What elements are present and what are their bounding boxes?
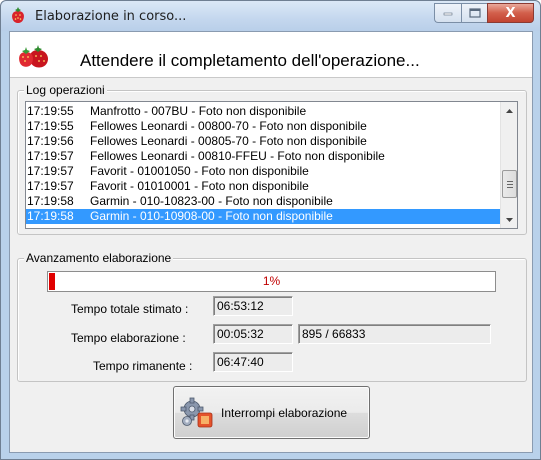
remaining-time-label: Tempo rimanente : <box>93 359 193 373</box>
total-time-label: Tempo totale stimato : <box>71 302 189 316</box>
header-band: Attendere il completamento dell'operazio… <box>10 32 532 78</box>
close-button[interactable]: X <box>487 3 534 23</box>
close-icon: X <box>505 5 516 21</box>
log-time: 17:19:57 <box>27 149 74 163</box>
log-row[interactable]: 17:19:58 Garmin - 010-10908-00 - Foto non… <box>26 209 500 224</box>
elapsed-time-label: Tempo elaborazione : <box>71 331 186 345</box>
scroll-up-button[interactable] <box>501 102 517 119</box>
stop-processing-button[interactable]: Interrompi elaborazione <box>173 386 370 439</box>
log-time: 17:19:58 <box>27 209 74 223</box>
processed-count-field: 895 / 66833 <box>298 324 491 344</box>
caption-buttons: X <box>434 3 534 23</box>
minimize-icon <box>443 12 453 16</box>
log-message: Garmin - 010-10823-00 - Foto non disponi… <box>90 194 333 208</box>
strawberry-icon <box>12 7 24 23</box>
log-row[interactable]: 17:19:56 Fellowes Leonardi - 00805-70 - F… <box>26 134 500 149</box>
title-bar[interactable]: Elaborazione in corso... X <box>1 1 540 31</box>
progress-percent: 1% <box>262 274 281 288</box>
log-listbox[interactable]: 17:19:55 Manfrotto - 007BU - Foto non dis… <box>25 101 518 229</box>
maximize-button[interactable] <box>461 3 487 23</box>
thumb-grip-line <box>507 187 513 188</box>
progress-groupbox: Avanzamento elaborazione 1% Tempo totale… <box>17 251 527 382</box>
remaining-time-field: 06:47:40 <box>213 352 293 372</box>
total-time-field: 06:53:12 <box>213 296 293 316</box>
progress-legend: Avanzamento elaborazione <box>24 251 174 265</box>
log-time: 17:19:58 <box>27 194 74 208</box>
log-message: Favorit - 01001050 - Foto non disponibil… <box>90 164 309 178</box>
header-title: Attendere il completamento dell'operazio… <box>80 51 420 70</box>
chevron-down-icon <box>506 217 513 222</box>
log-message: Garmin - 010-10908-00 - Foto non disponi… <box>90 209 333 223</box>
log-row[interactable]: 17:19:57 Favorit - 01001050 - Foto non di… <box>26 164 500 179</box>
elapsed-time-field: 00:05:32 <box>213 324 293 344</box>
log-time: 17:19:56 <box>27 134 74 148</box>
gears-stop-icon <box>180 397 213 428</box>
chevron-up-icon <box>506 108 513 113</box>
scroll-thumb[interactable] <box>502 170 517 198</box>
maximize-icon <box>468 8 481 18</box>
log-time: 17:19:55 <box>27 104 74 118</box>
log-row[interactable]: 17:19:57 Fellowes Leonardi - 00810-FFEU -… <box>26 149 500 164</box>
progress-dialog-window: Elaborazione in corso... X Attendere il … <box>0 0 541 460</box>
log-time: 17:19:57 <box>27 164 74 178</box>
window-title: Elaborazione in corso... <box>35 9 187 24</box>
log-message: Favorit - 01010001 - Foto non disponibil… <box>90 179 309 193</box>
scroll-down-button[interactable] <box>501 211 517 228</box>
progress-bar: 1% <box>47 271 496 292</box>
dialog-client-area: Attendere il completamento dell'operazio… <box>9 31 533 453</box>
log-row[interactable]: 17:19:55 Fellowes Leonardi - 00800-70 - F… <box>26 119 500 134</box>
log-row[interactable]: 17:19:58 Garmin - 010-10823-00 - Foto non… <box>26 194 500 209</box>
log-message: Manfrotto - 007BU - Foto non disponibile <box>90 104 307 118</box>
log-time: 17:19:57 <box>27 179 74 193</box>
log-message: Fellowes Leonardi - 00810-FFEU - Foto no… <box>90 149 385 163</box>
log-groupbox: Log operazioni 17:19:55 Manfrotto - 007BU… <box>17 83 527 235</box>
log-message: Fellowes Leonardi - 00800-70 - Foto non … <box>90 119 367 133</box>
log-row[interactable]: 17:19:57 Favorit - 01010001 - Foto non di… <box>26 179 500 194</box>
log-row[interactable]: 17:19:55 Manfrotto - 007BU - Foto non dis… <box>26 104 500 119</box>
log-message: Fellowes Leonardi - 00805-70 - Foto non … <box>90 134 367 148</box>
strawberries-icon <box>19 45 48 68</box>
log-legend: Log operazioni <box>24 83 107 97</box>
thumb-grip-line <box>507 181 513 182</box>
minimize-button[interactable] <box>434 3 461 23</box>
log-time: 17:19:55 <box>27 119 74 133</box>
thumb-grip-line <box>507 184 513 185</box>
log-scrollbar[interactable] <box>500 102 517 228</box>
stop-button-label: Interrompi elaborazione <box>221 406 348 420</box>
